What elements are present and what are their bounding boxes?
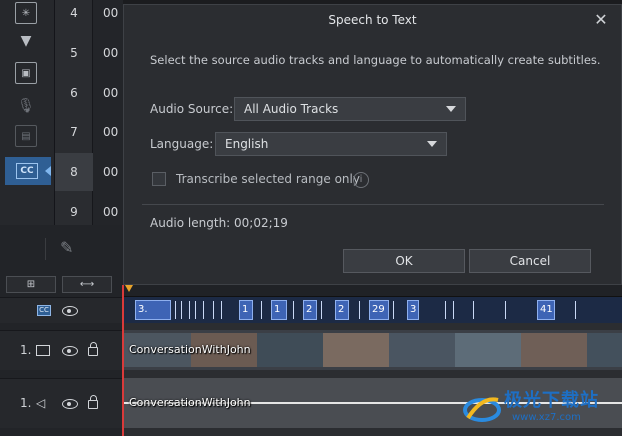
speech-to-text-dialog: Speech to Text ✕ Select the source audio… — [123, 4, 622, 285]
row-time: 00 — [103, 6, 119, 20]
dialog-title: Speech to Text — [328, 13, 417, 27]
divider — [142, 204, 604, 205]
eye-icon[interactable] — [62, 399, 78, 409]
row-number: 4 — [70, 6, 78, 20]
language-value: English — [225, 137, 269, 151]
timeline-ruler[interactable] — [123, 285, 622, 297]
eye-icon[interactable] — [62, 306, 78, 316]
row-time: 00 — [103, 86, 119, 100]
subtitle-clip[interactable]: 3 — [407, 300, 419, 320]
left-tool-rail: ✳ ▼ ▣ 🎙 ▤ CC — [0, 0, 55, 225]
subtitle-clip[interactable]: 1 — [239, 300, 253, 320]
row-number: 7 — [70, 125, 78, 139]
cancel-button[interactable]: Cancel — [469, 249, 591, 273]
close-icon[interactable]: ✕ — [592, 11, 610, 29]
video-track-icon — [36, 345, 50, 356]
effects-icon[interactable]: ✳ — [15, 2, 37, 24]
pen-icon[interactable]: ✎ — [60, 238, 82, 260]
playhead[interactable] — [122, 285, 124, 436]
subtitle-clip[interactable]: 2 — [303, 300, 317, 320]
audio-source-dropdown[interactable]: All Audio Tracks — [234, 97, 466, 121]
ok-button[interactable]: OK — [343, 249, 465, 273]
cc-icon: CC — [37, 305, 51, 316]
row-time: 00 — [103, 46, 119, 60]
language-dropdown[interactable]: English — [215, 132, 447, 156]
dialog-description: Select the source audio tracks and langu… — [150, 53, 601, 67]
audio-length: Audio length: 00;02;19 — [150, 216, 288, 230]
track-number-column — [55, 0, 93, 225]
speaker-icon: ◁ — [36, 396, 46, 410]
time-column — [93, 0, 123, 225]
row-number: 5 — [70, 46, 78, 60]
divider — [45, 238, 46, 260]
row-time: 00 — [103, 165, 119, 179]
track-manager-button[interactable]: ⊞ — [6, 276, 56, 293]
row-time: 00 — [103, 205, 119, 219]
microphone-icon[interactable]: 🎙 — [15, 95, 37, 117]
row-number: 9 — [70, 205, 78, 219]
video-clip[interactable]: ConversationWithJohn — [123, 330, 622, 370]
cc-icon: CC — [16, 163, 38, 179]
row-number: 6 — [70, 86, 78, 100]
info-icon[interactable]: i — [353, 172, 369, 188]
row-time: 00 — [103, 125, 119, 139]
subtitle-clip[interactable]: 41 — [537, 300, 555, 320]
track-label: 1. — [20, 396, 32, 410]
subtitle-clip[interactable]: 2 — [335, 300, 349, 320]
language-label: Language: — [150, 137, 214, 151]
transcribe-range-checkbox[interactable] — [152, 172, 166, 186]
clip-name: ConversationWithJohn — [129, 396, 251, 409]
audio-source-label: Audio Source: — [150, 102, 234, 116]
lock-icon[interactable] — [88, 342, 98, 356]
audio-source-value: All Audio Tracks — [244, 102, 339, 116]
title-icon[interactable]: ▣ — [15, 62, 37, 84]
chapter-icon[interactable]: ▤ — [15, 125, 37, 147]
row-number: 8 — [70, 165, 78, 179]
subtitle-clip[interactable]: 3. — [135, 300, 171, 320]
watermark-url: www.xz7.com — [512, 412, 581, 423]
fit-timeline-button[interactable]: ⟷ — [62, 276, 112, 293]
watermark-logo-icon — [463, 397, 501, 422]
particle-icon[interactable]: ▼ — [15, 30, 37, 52]
watermark-logo: 极光下载站 www.xz7.com — [462, 384, 622, 432]
range-marker-icon[interactable] — [125, 285, 133, 292]
checkbox-label[interactable]: Transcribe selected range only — [176, 172, 360, 186]
chevron-down-icon — [427, 141, 437, 147]
subtitle-track-header: CC — [0, 297, 123, 323]
track-label: 1. — [20, 343, 32, 357]
subtitle-room-button[interactable]: CC — [5, 157, 51, 185]
subtitle-clip[interactable]: 29 — [369, 300, 389, 320]
clip-name: ConversationWithJohn — [129, 343, 251, 356]
watermark-text: 极光下载站 — [504, 390, 599, 411]
caret-left-icon — [45, 166, 51, 176]
eye-icon[interactable] — [62, 346, 78, 356]
lock-icon[interactable] — [88, 395, 98, 409]
video-track-header: 1. — [0, 330, 123, 370]
subtitle-track[interactable]: 3. 1 1 2 2 29 3 41 — [123, 297, 622, 323]
chevron-down-icon — [446, 106, 456, 112]
dialog-title-bar[interactable]: Speech to Text ✕ — [124, 5, 621, 35]
subtitle-clip[interactable]: 1 — [271, 300, 287, 320]
audio-track-header: 1. ◁ — [0, 378, 123, 428]
